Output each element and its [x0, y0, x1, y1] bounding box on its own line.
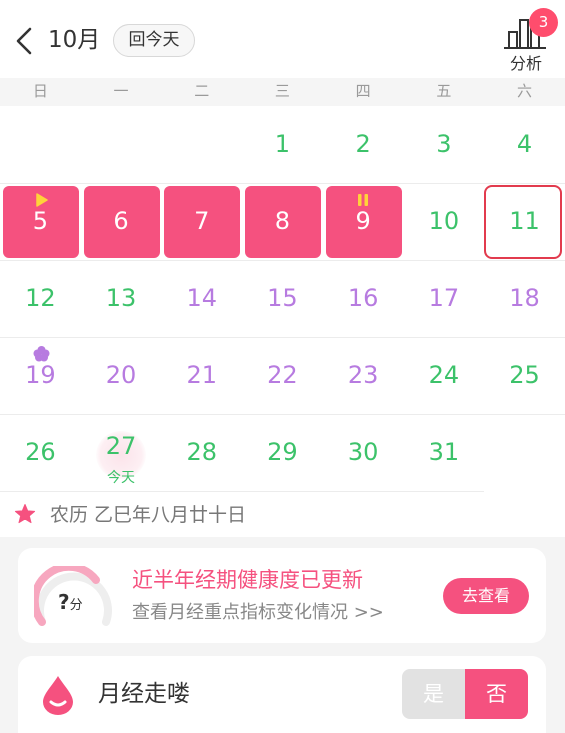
day-number: 29 [267, 438, 298, 466]
no-toggle[interactable]: 否 [465, 669, 528, 719]
day-number: 14 [186, 284, 217, 312]
back-to-today-button[interactable]: 回今天 [113, 24, 195, 57]
calendar-day[interactable]: 23 [323, 337, 404, 414]
yes-toggle[interactable]: 是 [402, 669, 465, 719]
calendar-day[interactable]: 28 [161, 414, 242, 491]
day-number: 22 [267, 361, 298, 389]
notification-badge: 3 [529, 8, 558, 37]
calendar-day[interactable]: 20 [81, 337, 162, 414]
day-number: 17 [428, 284, 460, 312]
day-number: 24 [428, 361, 460, 389]
health-score: ?分 [58, 589, 98, 619]
day-number: 28 [186, 438, 217, 466]
calendar-day[interactable]: 9 [323, 183, 404, 260]
day-number: 18 [509, 284, 540, 312]
day-number: 10 [428, 207, 460, 235]
calendar-day[interactable]: 14 [161, 260, 242, 337]
weekday-tue: 二 [194, 82, 210, 100]
weekday-header: 日 一 二 三 四 五 六 [0, 78, 565, 106]
day-number: 23 [347, 361, 379, 389]
calendar-day[interactable]: 25 [484, 337, 565, 414]
view-button[interactable]: 去查看 [443, 578, 529, 614]
calendar-day[interactable]: 8 [242, 183, 323, 260]
weekday-sat: 六 [517, 82, 533, 100]
day-number: 15 [267, 284, 298, 312]
day-number: 25 [509, 361, 540, 389]
calendar-day[interactable]: 30 [323, 414, 404, 491]
day-number: 27 [105, 432, 137, 460]
calendar-day[interactable]: 1 [242, 106, 323, 183]
day-number: 8 [274, 207, 291, 235]
calendar-day[interactable]: 24 [404, 337, 485, 414]
weekday-sun: 日 [32, 82, 48, 100]
calendar-day[interactable]: 6 [81, 183, 162, 260]
calendar-grid: 1 2 3 4 5 6 7 8 9 10 11 12 13 14 15 16 1… [0, 106, 565, 492]
calendar-day[interactable]: 4 [484, 106, 565, 183]
score-value: ? [58, 590, 70, 614]
weekday-wed: 三 [274, 82, 290, 100]
lunar-date-bar: 农历 乙巳年八月廿十日 [0, 492, 565, 537]
day-number: 11 [509, 207, 540, 235]
weekday-thu: 四 [355, 82, 371, 100]
score-unit: 分 [69, 598, 83, 613]
day-number: 4 [516, 130, 533, 158]
calendar-day[interactable]: 16 [323, 260, 404, 337]
day-number: 31 [428, 438, 460, 466]
health-card-title: 近半年经期健康度已更新 [132, 568, 363, 592]
back-arrow-icon[interactable] [12, 26, 38, 56]
calendar-day-selected[interactable]: 11 [484, 183, 565, 260]
day-number: 30 [347, 438, 379, 466]
header: 10月 回今天 分析 3 [0, 0, 565, 78]
calendar-day[interactable]: 19 [0, 337, 81, 414]
day-number: 5 [32, 207, 48, 235]
calendar-day[interactable]: 15 [242, 260, 323, 337]
day-number: 13 [105, 284, 137, 312]
calendar-day[interactable]: 31 [404, 414, 485, 491]
lunar-date-text: 农历 乙巳年八月廿十日 [50, 504, 247, 526]
calendar-day[interactable]: 10 [404, 183, 485, 260]
day-number: 9 [355, 207, 371, 235]
calendar-day[interactable]: 18 [484, 260, 565, 337]
star-icon [14, 504, 36, 524]
day-number: 7 [194, 207, 210, 235]
day-number: 6 [113, 207, 129, 235]
calendar-day[interactable]: 2 [323, 106, 404, 183]
period-ended-label: 月经走喽 [98, 681, 190, 707]
day-number: 12 [25, 284, 56, 312]
analysis-label: 分析 [509, 54, 542, 73]
day-number: 1 [274, 130, 291, 158]
day-number: 3 [436, 130, 452, 158]
day-number: 26 [25, 438, 56, 466]
day-number: 19 [25, 361, 56, 389]
calendar-day[interactable]: 12 [0, 260, 81, 337]
today-label: 今天 [107, 470, 136, 486]
calendar-day[interactable]: 21 [161, 337, 242, 414]
calendar-day[interactable]: 3 [404, 106, 485, 183]
calendar-day[interactable]: 22 [242, 337, 323, 414]
calendar-day[interactable]: 13 [81, 260, 162, 337]
calendar-day[interactable]: 29 [242, 414, 323, 491]
calendar-day[interactable]: 5 [0, 183, 81, 260]
month-title: 10月 [48, 27, 101, 53]
day-number: 21 [186, 361, 217, 389]
blood-drop-icon [43, 676, 73, 715]
day-number: 2 [355, 130, 371, 158]
weekday-mon: 一 [113, 82, 129, 100]
weekday-fri: 五 [436, 82, 452, 100]
calendar-day[interactable]: 7 [161, 183, 242, 260]
day-number: 20 [105, 361, 137, 389]
day-number: 16 [347, 284, 379, 312]
calendar-day[interactable]: 17 [404, 260, 485, 337]
health-card-subtitle[interactable]: 查看月经重点指标变化情况 >> [132, 600, 384, 626]
calendar-day[interactable]: 26 [0, 414, 81, 491]
